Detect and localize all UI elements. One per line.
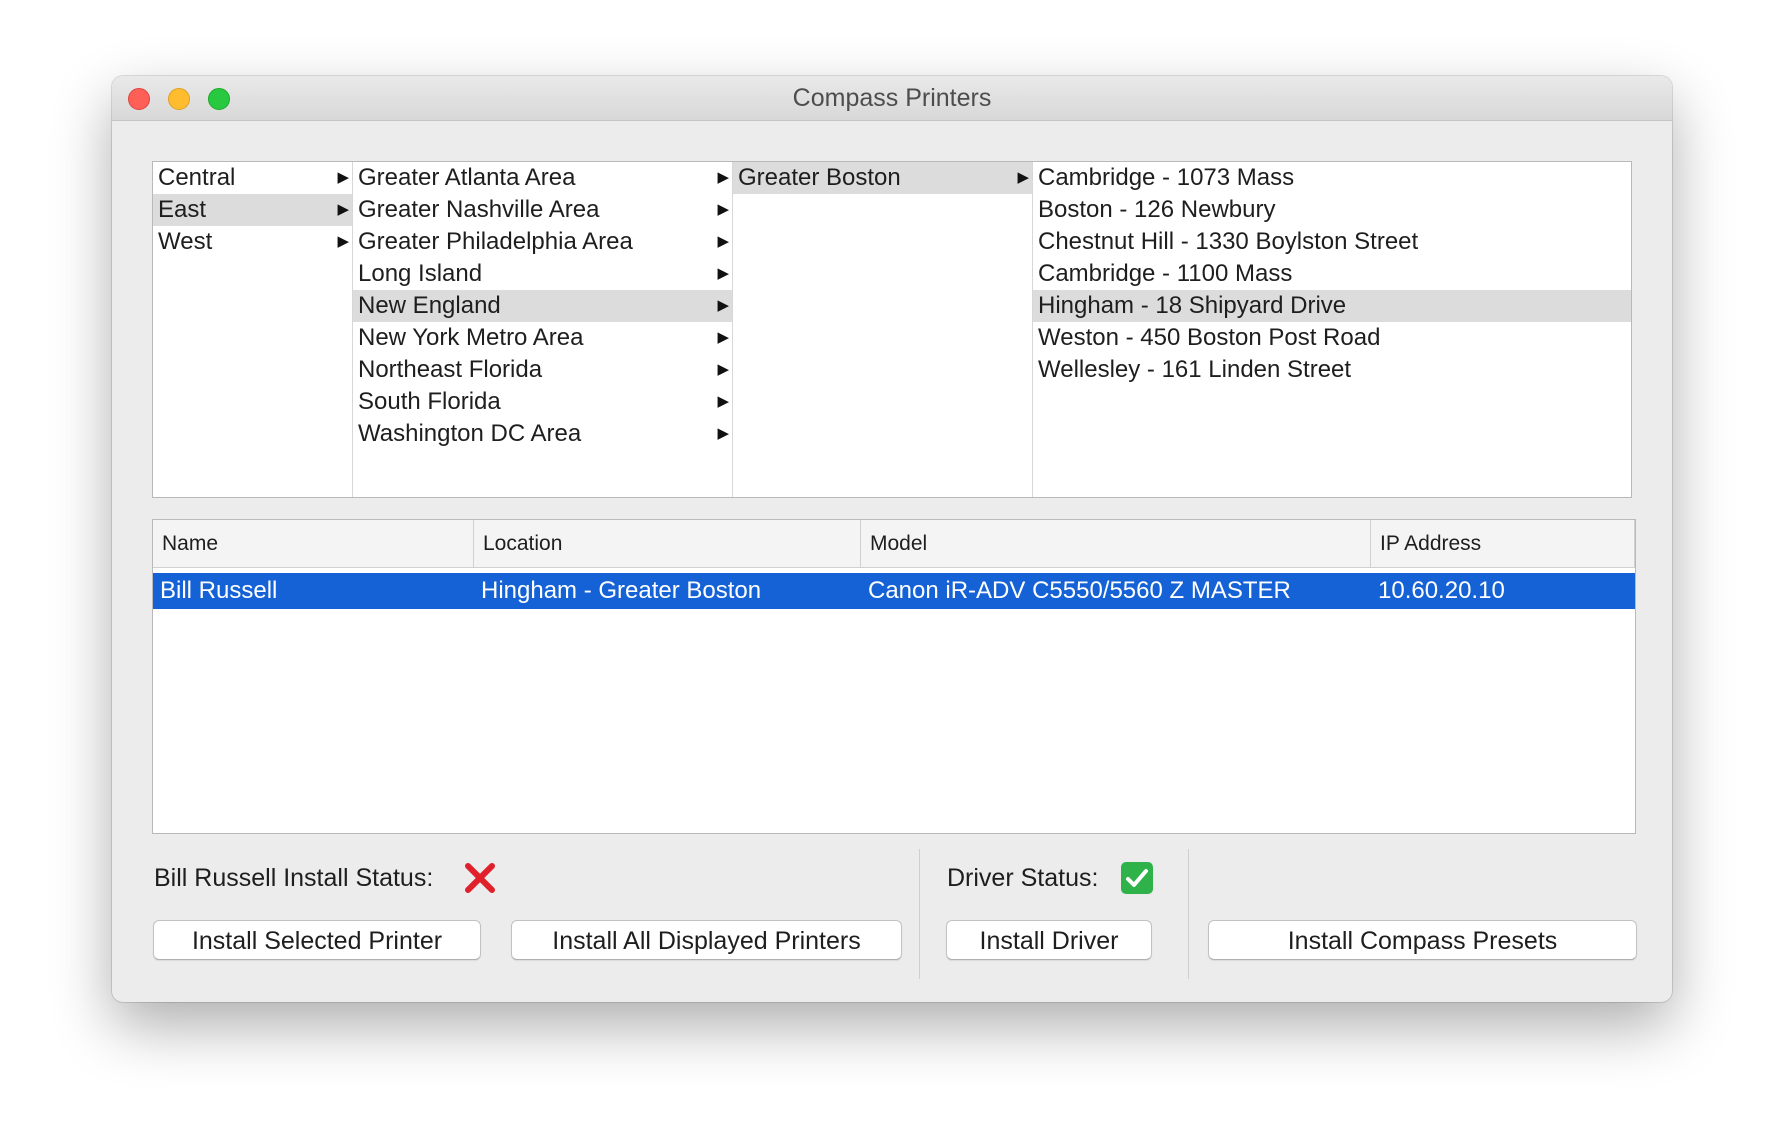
region-item-central[interactable]: Central ▶ [153,162,352,194]
area-item[interactable]: Greater Nashville Area ▶ [353,194,732,226]
area-label: Northeast Florida [358,356,543,383]
region-label: East [158,196,207,223]
area-label: South Florida [358,388,501,415]
divider [919,849,920,979]
install-selected-printer-button[interactable]: Install Selected Printer [153,920,481,960]
area-item-selected[interactable]: New England ▶ [353,290,732,322]
office-label: Cambridge - 1073 Mass [1038,164,1295,191]
area-item[interactable]: Greater Atlanta Area ▶ [353,162,732,194]
area-label: New York Metro Area [358,324,584,351]
location-browser: Central ▶ East ▶ West ▶ Greater Atlanta … [152,161,1632,498]
disclosure-arrow-icon: ▶ [1017,169,1029,186]
printer-table[interactable]: Name Location Model IP Address Bill Russ… [152,519,1636,834]
install-compass-presets-button[interactable]: Install Compass Presets [1208,920,1637,960]
disclosure-arrow-icon: ▶ [337,233,349,250]
cell-name: Bill Russell [160,577,278,604]
disclosure-arrow-icon: ▶ [717,393,729,410]
column-header-model[interactable]: Model [861,520,1371,567]
window-title: Compass Printers [792,84,992,112]
divider [1188,849,1189,979]
region-item-east[interactable]: East ▶ [153,194,352,226]
disclosure-arrow-icon: ▶ [337,201,349,218]
column-header-location[interactable]: Location [474,520,861,567]
install-driver-button[interactable]: Install Driver [946,920,1152,960]
compass-printers-window: Compass Printers Central ▶ East ▶ West ▶… [112,76,1672,1002]
office-label: Hingham - 18 Shipyard Drive [1038,292,1347,319]
area-label: Greater Philadelphia Area [358,228,633,255]
region-column: Central ▶ East ▶ West ▶ [153,162,353,497]
disclosure-arrow-icon: ▶ [717,425,729,442]
driver-status-label: Driver Status: [947,864,1099,892]
check-icon [1121,862,1153,894]
region-item-west[interactable]: West ▶ [153,226,352,258]
disclosure-arrow-icon: ▶ [337,169,349,186]
office-item[interactable]: Chestnut Hill - 1330 Boylston Street [1033,226,1631,258]
office-label: Chestnut Hill - 1330 Boylston Street [1038,228,1419,255]
disclosure-arrow-icon: ▶ [717,361,729,378]
region-label: Central [158,164,236,191]
office-item[interactable]: Weston - 450 Boston Post Road [1033,322,1631,354]
install-all-printers-button[interactable]: Install All Displayed Printers [511,920,902,960]
disclosure-arrow-icon: ▶ [717,169,729,186]
column-header-name[interactable]: Name [153,520,474,567]
office-label: Boston - 126 Newbury [1038,196,1276,223]
office-label: Wellesley - 161 Linden Street [1038,356,1352,383]
cell-model: Canon iR-ADV C5550/5560 Z MASTER [868,577,1291,604]
area-item[interactable]: Washington DC Area ▶ [353,418,732,450]
office-item[interactable]: Cambridge - 1100 Mass [1033,258,1631,290]
office-item[interactable]: Wellesley - 161 Linden Street [1033,354,1631,386]
area-column: Greater Atlanta Area ▶ Greater Nashville… [353,162,733,497]
area-item[interactable]: Northeast Florida ▶ [353,354,732,386]
office-item-selected[interactable]: Hingham - 18 Shipyard Drive [1033,290,1631,322]
disclosure-arrow-icon: ▶ [717,233,729,250]
cross-icon [465,863,495,893]
table-row[interactable]: Bill Russell Hingham - Greater Boston Ca… [153,573,1635,609]
area-label: Long Island [358,260,483,287]
subarea-column: Greater Boston ▶ [733,162,1033,497]
area-label: Greater Nashville Area [358,196,600,223]
disclosure-arrow-icon: ▶ [717,329,729,346]
area-item[interactable]: New York Metro Area ▶ [353,322,732,354]
office-label: Cambridge - 1100 Mass [1038,260,1293,287]
area-item[interactable]: Greater Philadelphia Area ▶ [353,226,732,258]
table-header: Name Location Model IP Address [153,520,1635,568]
region-label: West [158,228,213,255]
subarea-item-selected[interactable]: Greater Boston ▶ [733,162,1032,194]
area-label: Washington DC Area [358,420,582,447]
cell-location: Hingham - Greater Boston [481,577,762,604]
office-label: Weston - 450 Boston Post Road [1038,324,1381,351]
column-header-ip-address[interactable]: IP Address [1371,520,1635,567]
area-label: New England [358,292,501,319]
subarea-label: Greater Boston [738,164,901,191]
office-column: Cambridge - 1073 Mass Boston - 126 Newbu… [1033,162,1631,497]
area-label: Greater Atlanta Area [358,164,576,191]
disclosure-arrow-icon: ▶ [717,265,729,282]
disclosure-arrow-icon: ▶ [717,297,729,314]
cell-ip-address: 10.60.20.10 [1378,577,1505,604]
title-bar: Compass Printers [112,76,1672,121]
install-status-label: Bill Russell Install Status: [154,864,434,892]
area-item[interactable]: Long Island ▶ [353,258,732,290]
disclosure-arrow-icon: ▶ [717,201,729,218]
area-item[interactable]: South Florida ▶ [353,386,732,418]
office-item[interactable]: Cambridge - 1073 Mass [1033,162,1631,194]
office-item[interactable]: Boston - 126 Newbury [1033,194,1631,226]
